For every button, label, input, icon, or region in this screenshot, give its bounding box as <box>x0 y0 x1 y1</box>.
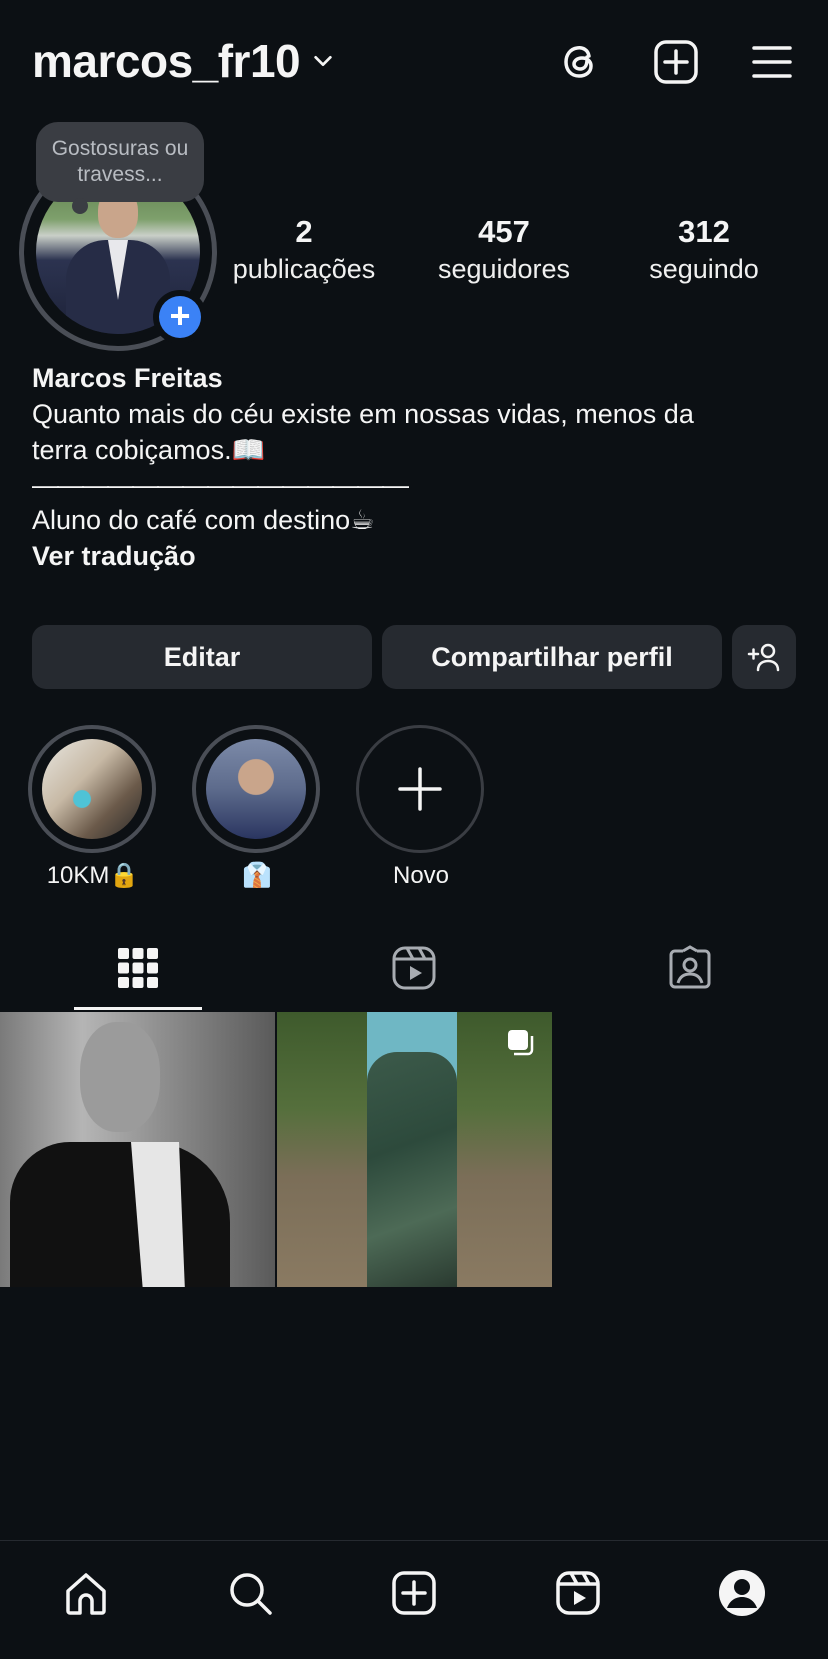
stat-followers[interactable]: 457 seguidores <box>430 212 578 286</box>
profile-bio: Marcos Freitas Quanto mais do céu existe… <box>32 360 792 574</box>
menu-icon[interactable] <box>748 38 796 86</box>
highlight-label: Novo <box>392 862 450 889</box>
new-highlight-button[interactable]: Novo <box>356 725 486 891</box>
nav-reels[interactable] <box>550 1565 606 1621</box>
highlight-item[interactable]: 10KM🔒 <box>28 725 158 891</box>
plus-icon <box>398 767 442 811</box>
reels-icon <box>556 1571 600 1615</box>
add-story-button[interactable]: + <box>153 290 207 344</box>
reels-icon <box>392 946 436 989</box>
post-jacket <box>10 1142 230 1287</box>
highlight-cover <box>206 739 306 839</box>
highlight-item[interactable]: 👔 <box>192 725 322 891</box>
bio-line-1: Quanto mais do céu existe em nossas vida… <box>32 399 694 429</box>
active-tab-indicator <box>74 1007 202 1010</box>
grid-icon <box>118 947 158 988</box>
display-name: Marcos Freitas <box>32 363 223 393</box>
account-switcher[interactable]: marcos_fr10 <box>32 34 334 88</box>
nav-profile[interactable] <box>714 1565 770 1621</box>
bio-line-2: terra cobiçamos.📖 <box>32 435 266 465</box>
profile-icon <box>719 1570 765 1616</box>
new-post-icon[interactable] <box>652 38 700 86</box>
home-icon <box>66 1573 106 1615</box>
tagged-icon <box>669 944 711 988</box>
post-soldier <box>367 1052 457 1287</box>
note-bubble[interactable]: Gostosuras ou travess... <box>36 122 204 202</box>
followers-count: 457 <box>478 214 530 249</box>
bio-divider: ——————————————— <box>32 470 409 500</box>
username[interactable]: marcos_fr10 <box>32 34 301 88</box>
post-thumbnail[interactable] <box>0 1012 275 1287</box>
discover-people-button[interactable] <box>732 625 796 689</box>
highlight-label: 10KM🔒 <box>46 862 140 889</box>
carousel-icon <box>508 1030 534 1056</box>
edit-profile-button[interactable]: Editar <box>32 625 372 689</box>
highlight-ring <box>28 725 156 853</box>
following-label: seguindo <box>649 254 759 284</box>
tab-reels[interactable] <box>276 925 552 1010</box>
chevron-down-icon[interactable] <box>312 50 334 72</box>
bio-line-3: Aluno do café com destino☕ <box>32 505 375 535</box>
add-user-icon <box>747 643 780 672</box>
create-icon <box>392 1571 436 1615</box>
nav-create[interactable] <box>386 1565 442 1621</box>
note-text: Gostosuras ou travess... <box>51 137 189 186</box>
tab-tagged[interactable] <box>552 925 828 1010</box>
followers-label: seguidores <box>437 254 571 284</box>
stat-posts[interactable]: 2 publicações <box>226 212 382 286</box>
plus-icon: + <box>159 296 201 338</box>
profile-tabs <box>0 925 828 1010</box>
highlight-cover <box>42 739 142 839</box>
post-thumbnail[interactable] <box>277 1012 552 1287</box>
highlight-ring <box>356 725 484 853</box>
tab-posts-grid[interactable] <box>0 925 276 1010</box>
post-face <box>80 1022 160 1132</box>
nav-search[interactable] <box>222 1565 278 1621</box>
highlight-label: 👔 <box>242 862 272 889</box>
nav-home[interactable] <box>58 1565 114 1621</box>
bottom-nav <box>0 1540 828 1659</box>
note-bubble-tail <box>72 198 88 214</box>
stat-following[interactable]: 312 seguindo <box>632 212 776 286</box>
share-profile-button[interactable]: Compartilhar perfil <box>382 625 722 689</box>
search-icon <box>230 1573 272 1615</box>
posts-label: publicações <box>232 254 376 284</box>
posts-count: 2 <box>295 214 313 249</box>
top-bar: marcos_fr10 <box>0 0 828 120</box>
following-count: 312 <box>678 214 730 249</box>
highlight-ring <box>192 725 320 853</box>
see-translation-link[interactable]: Ver tradução <box>32 538 792 574</box>
threads-icon[interactable] <box>556 38 604 86</box>
